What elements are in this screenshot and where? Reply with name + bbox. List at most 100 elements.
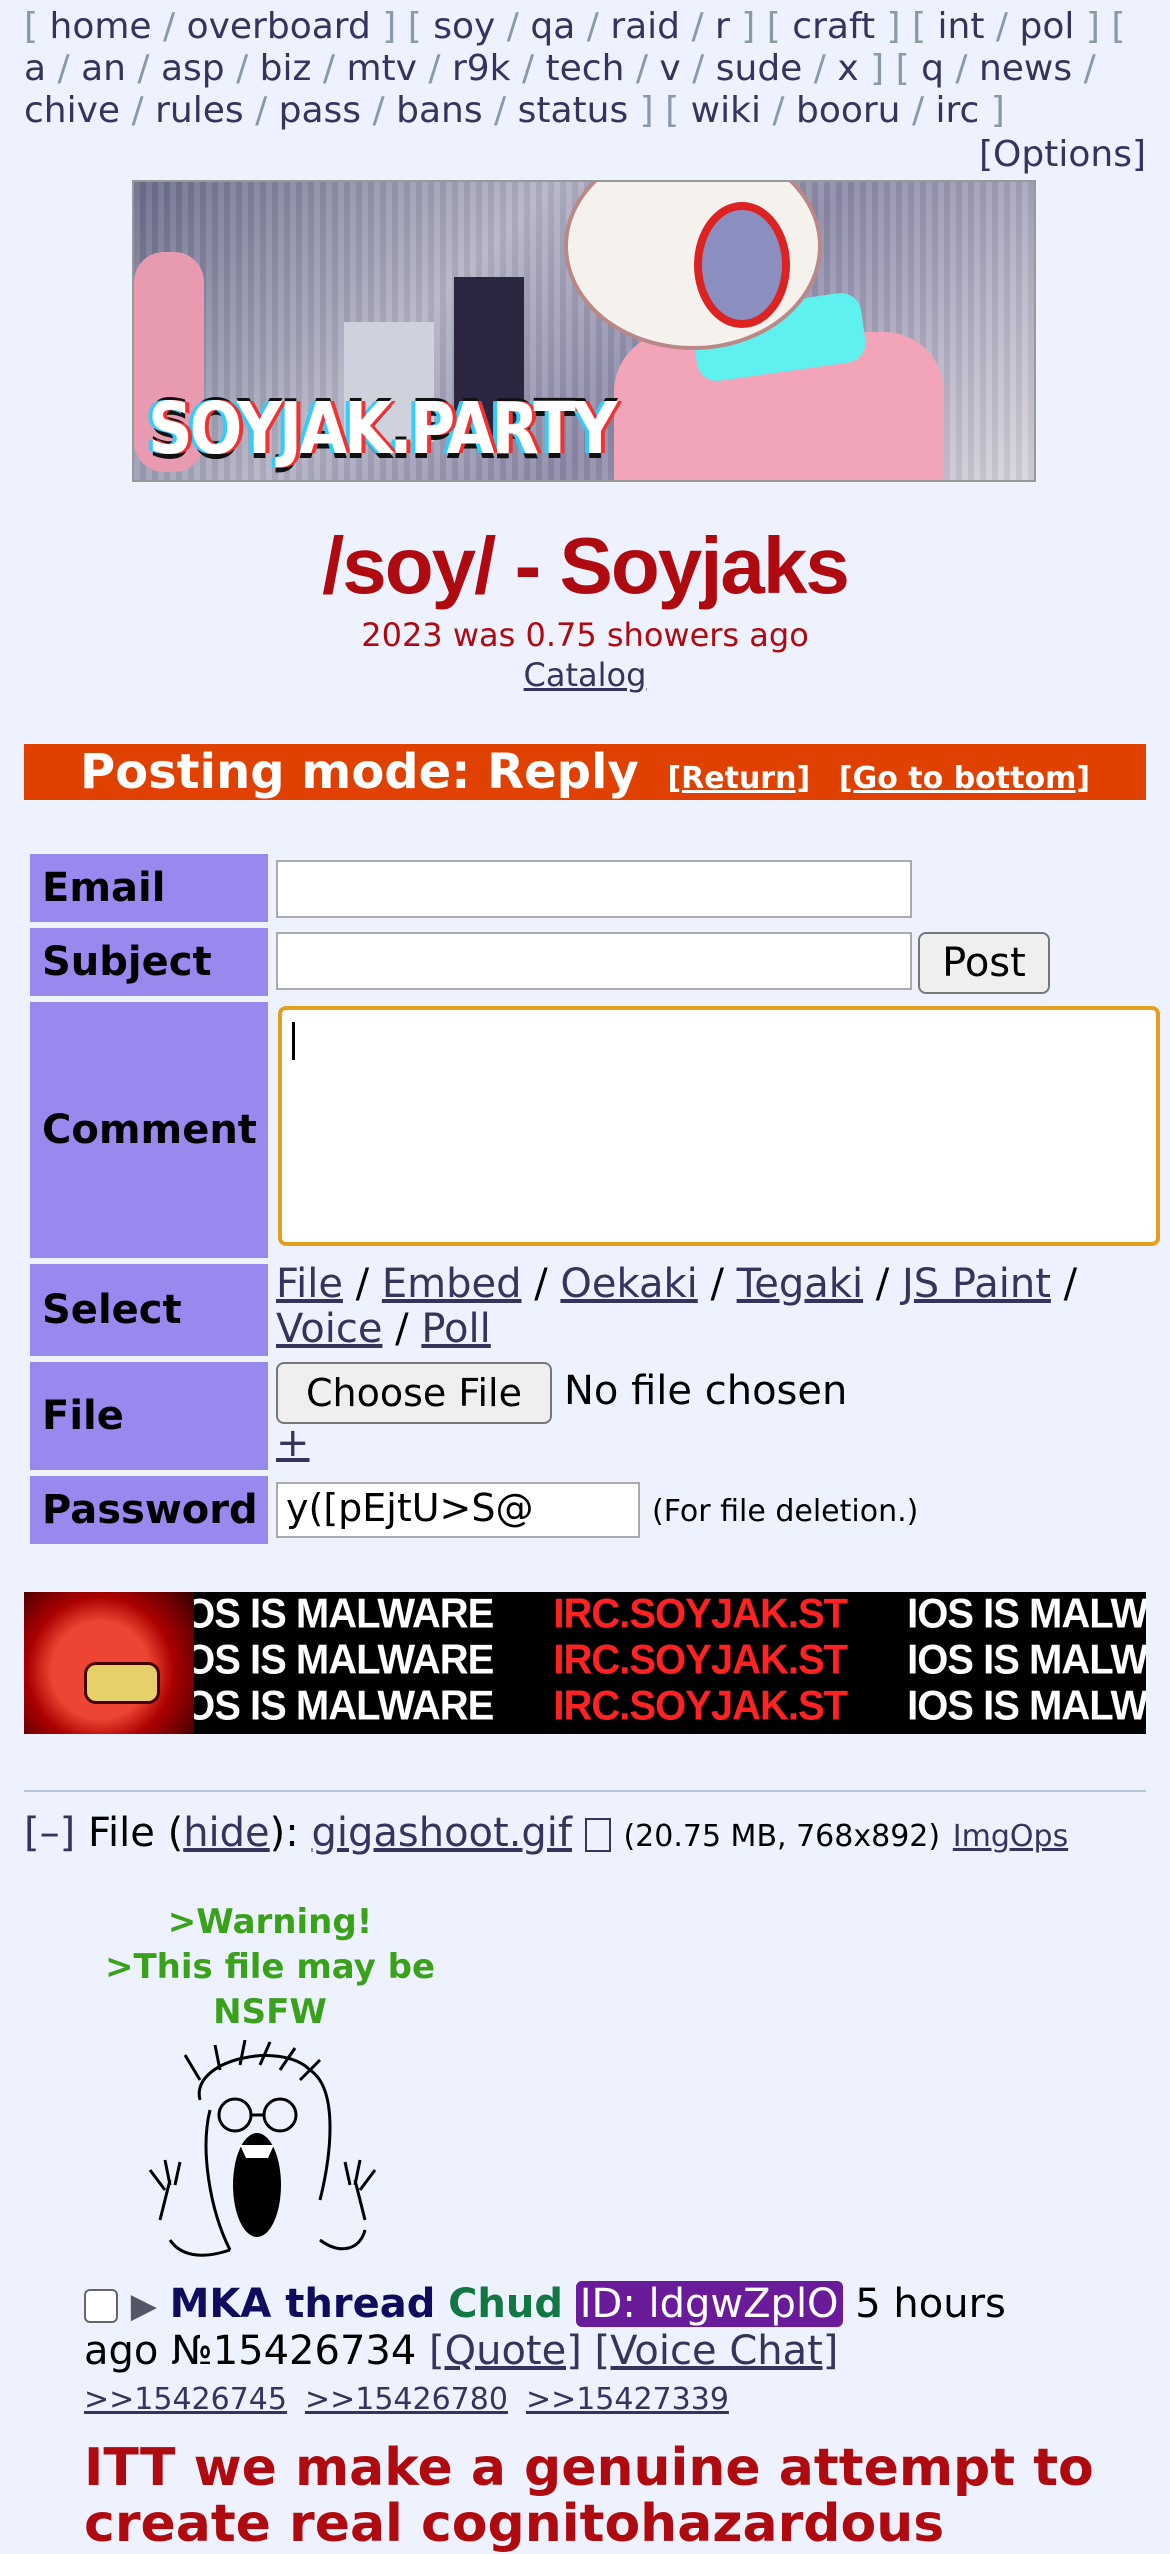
ad-row-3: IOS IS MALWARE IRC.SOYJAK.ST IOS IS MALWAR… bbox=[174, 1683, 1146, 1730]
select-options: File / Embed / Oekaki / Tegaki / JS Pain… bbox=[276, 1261, 1078, 1352]
board-link-pol[interactable]: pol bbox=[1020, 6, 1075, 47]
post-menu-arrow-icon[interactable]: ▶ bbox=[131, 2286, 157, 2326]
board-link-tech[interactable]: tech bbox=[546, 48, 625, 89]
board-link-soy[interactable]: soy bbox=[433, 6, 495, 47]
board-link-pass[interactable]: pass bbox=[279, 90, 361, 131]
ad-row-1: IOS IS MALWARE IRC.SOYJAK.ST IOS IS MALWAR… bbox=[174, 1592, 1146, 1638]
file-name-link[interactable]: gigashoot.gif bbox=[311, 1810, 572, 1856]
board-group-bracket: [ bbox=[912, 6, 938, 47]
board-link-irc[interactable]: irc bbox=[936, 90, 980, 131]
backlink[interactable]: >>15426745 bbox=[84, 2382, 287, 2417]
posting-mode-label: Posting mode: Reply bbox=[79, 744, 639, 800]
board-separator: / bbox=[120, 90, 156, 131]
board-link-mtv[interactable]: mtv bbox=[346, 48, 417, 89]
board-separator: / bbox=[361, 90, 397, 131]
hide-file-link[interactable]: hide bbox=[183, 1810, 269, 1856]
file-thumbnail[interactable] bbox=[140, 2040, 400, 2260]
board-link-sude[interactable]: sude bbox=[716, 48, 803, 89]
board-group-bracket: [ bbox=[1111, 6, 1126, 47]
board-link-bans[interactable]: bans bbox=[396, 90, 482, 131]
board-separator: / bbox=[760, 90, 796, 131]
email-field[interactable] bbox=[276, 860, 912, 918]
board-separator: / bbox=[495, 6, 531, 47]
board-subtitle: 2023 was 0.75 showers ago bbox=[361, 616, 809, 654]
ad-text-red: IRC.SOYJAK.ST bbox=[553, 1682, 848, 1730]
ad-text-white: IOS IS MALWARE bbox=[174, 1636, 494, 1684]
ad-text-red: IRC.SOYJAK.ST bbox=[553, 1592, 848, 1638]
return-link[interactable]: [Return] bbox=[667, 761, 810, 796]
board-separator: / bbox=[311, 48, 347, 89]
select-file-link[interactable]: File bbox=[276, 1261, 343, 1307]
board-link-craft[interactable]: craft bbox=[792, 6, 875, 47]
board-link-r[interactable]: r bbox=[715, 6, 730, 47]
choose-file-button[interactable]: Choose File bbox=[276, 1362, 552, 1424]
select-voice-link[interactable]: Voice bbox=[276, 1306, 382, 1352]
board-group-bracket: ] bbox=[729, 6, 767, 47]
board-link-status[interactable]: status bbox=[518, 90, 629, 131]
comment-textarea[interactable] bbox=[278, 1006, 1160, 1246]
file-label-text: File bbox=[87, 1810, 155, 1856]
post-number-link[interactable]: №15426734 bbox=[171, 2328, 416, 2374]
post-subject: MKA thread bbox=[169, 2281, 436, 2327]
board-separator: / bbox=[510, 48, 546, 89]
board-separator: / bbox=[46, 48, 82, 89]
board-link-int[interactable]: int bbox=[938, 6, 985, 47]
board-link-overboard[interactable]: overboard bbox=[187, 6, 371, 47]
warning-line-2: >This file may be NSFW bbox=[104, 1947, 436, 2032]
banner-logo-text: SOYJAK.PARTY bbox=[148, 386, 618, 471]
catalog-link[interactable]: Catalog bbox=[524, 656, 647, 694]
go-to-bottom-link[interactable]: [Go to bottom] bbox=[839, 761, 1090, 796]
board-link-chive[interactable]: chive bbox=[24, 90, 120, 131]
select-tegaki-link[interactable]: Tegaki bbox=[737, 1261, 863, 1307]
add-file-link[interactable]: + bbox=[276, 1420, 310, 1466]
board-link-an[interactable]: an bbox=[81, 48, 126, 89]
board-link-x[interactable]: x bbox=[837, 48, 858, 89]
thread-divider bbox=[24, 1790, 1146, 1792]
board-separator: / bbox=[243, 90, 279, 131]
board-link-wiki[interactable]: wiki bbox=[691, 90, 761, 131]
board-link-biz[interactable]: biz bbox=[260, 48, 312, 89]
ad-text-white: IOS IS MALWARE bbox=[174, 1682, 494, 1730]
quote-link[interactable]: [Quote] bbox=[429, 2328, 582, 2374]
board-link-home[interactable]: home bbox=[50, 6, 152, 47]
post-select-checkbox[interactable] bbox=[84, 2289, 118, 2323]
board-link-rules[interactable]: rules bbox=[155, 90, 244, 131]
ad-banner[interactable]: IOS IS MALWARE IRC.SOYJAK.ST IOS IS MALWAR… bbox=[24, 1592, 1146, 1734]
board-link-raid[interactable]: raid bbox=[610, 6, 680, 47]
password-field[interactable]: y([pEjtU>S@ bbox=[276, 1482, 640, 1538]
board-link-asp[interactable]: asp bbox=[161, 48, 225, 89]
board-separator: / bbox=[943, 48, 979, 89]
board-link-booru[interactable]: booru bbox=[796, 90, 901, 131]
poster-id-badge[interactable]: ID: ldgwZplO bbox=[575, 2281, 843, 2327]
board-group-bracket: ] bbox=[1074, 6, 1112, 47]
email-label: Email bbox=[30, 854, 268, 922]
board-group-bracket: ] bbox=[875, 6, 913, 47]
board-link-a[interactable]: a bbox=[24, 48, 46, 89]
board-separator: / bbox=[151, 6, 187, 47]
voice-chat-link[interactable]: [Voice Chat] bbox=[595, 2328, 839, 2374]
site-banner-image[interactable]: SOYJAK.PARTY bbox=[132, 180, 1036, 482]
select-poll-link[interactable]: Poll bbox=[421, 1306, 490, 1352]
board-link-q[interactable]: q bbox=[921, 48, 944, 89]
board-link-r9k[interactable]: r9k bbox=[452, 48, 511, 89]
subject-field[interactable] bbox=[276, 932, 912, 990]
board-link-news[interactable]: news bbox=[979, 48, 1072, 89]
subject-label: Subject bbox=[30, 928, 268, 996]
select-embed-link[interactable]: Embed bbox=[382, 1261, 522, 1307]
board-group-bracket: [ bbox=[665, 90, 691, 131]
collapse-toggle[interactable]: [–] bbox=[24, 1810, 75, 1856]
post-button[interactable]: Post bbox=[918, 932, 1050, 994]
imgops-link[interactable]: ImgOps bbox=[953, 1819, 1068, 1854]
board-separator: / bbox=[984, 6, 1020, 47]
download-icon[interactable] bbox=[584, 1818, 611, 1852]
board-link-qa[interactable]: qa bbox=[530, 6, 575, 47]
select-oekaki-link[interactable]: Oekaki bbox=[560, 1261, 697, 1307]
ad-face-teeth bbox=[84, 1662, 160, 1704]
board-list: [ home / overboard ] [ soy / qa / raid /… bbox=[24, 6, 1150, 132]
select-jspaint-link[interactable]: JS Paint bbox=[902, 1261, 1051, 1307]
backlink[interactable]: >>15426780 bbox=[305, 2382, 508, 2417]
board-link-v[interactable]: v bbox=[659, 48, 680, 89]
options-link[interactable]: [Options] bbox=[979, 134, 1146, 175]
board-separator: / bbox=[482, 90, 518, 131]
backlink[interactable]: >>15427339 bbox=[526, 2382, 729, 2417]
